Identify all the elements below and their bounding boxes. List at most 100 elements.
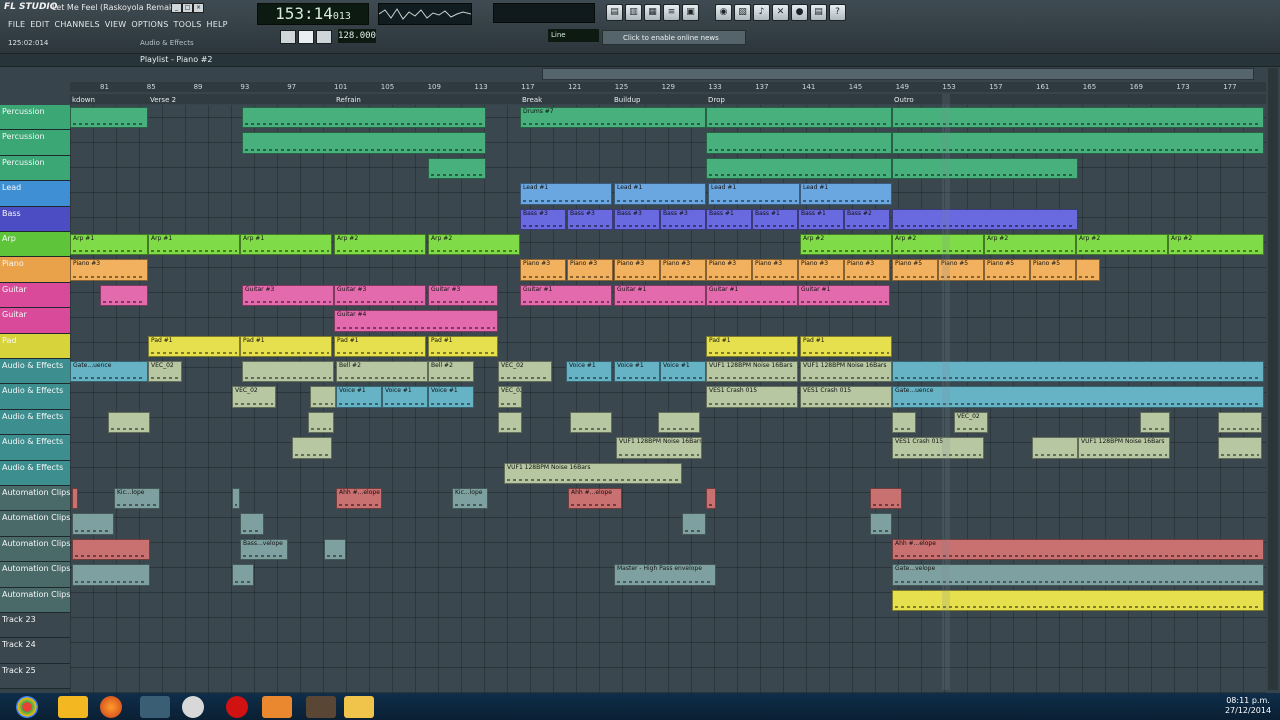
clip[interactable]: Arp #2	[800, 234, 892, 256]
clip[interactable]: Guitar #1	[798, 284, 890, 307]
clip[interactable]: Bass #2	[844, 208, 890, 230]
marker-label[interactable]: Buildup	[614, 96, 640, 104]
sample-icon[interactable]: ♪	[753, 4, 770, 21]
track-header[interactable]: Pad	[0, 333, 70, 359]
clip[interactable]: Ahh #...elope	[336, 488, 382, 510]
clip[interactable]: VES1 Crash 015	[800, 386, 892, 408]
clip[interactable]: Voice #1	[428, 386, 474, 408]
clip[interactable]	[1218, 411, 1262, 434]
maximize-icon[interactable]: □	[182, 3, 193, 13]
menu-options[interactable]: OPTIONS	[131, 20, 168, 29]
clip[interactable]: Pad #1	[240, 335, 332, 357]
clip[interactable]: VES1 Crash 015	[706, 386, 798, 408]
clip[interactable]	[892, 411, 916, 434]
clip[interactable]: Lead #1	[708, 183, 800, 205]
play-button[interactable]	[298, 30, 314, 44]
clip[interactable]: Voice #1	[336, 386, 382, 408]
track-header[interactable]: Track 24	[0, 638, 70, 664]
game-icon[interactable]	[306, 696, 336, 718]
save-icon[interactable]: ▤	[810, 4, 827, 21]
clip[interactable]: Bell #2	[336, 361, 428, 383]
clip[interactable]: Arp #2	[892, 234, 984, 256]
chrome-icon[interactable]	[16, 696, 38, 718]
clip[interactable]: Pad #1	[706, 335, 798, 357]
clip[interactable]: Piano #5	[1030, 259, 1076, 281]
clip[interactable]	[240, 513, 264, 535]
track-header[interactable]: Percussion	[0, 130, 70, 156]
clip[interactable]: Lead #1	[800, 183, 892, 205]
online-news[interactable]: Click to enable online news	[602, 30, 746, 45]
clip[interactable]	[498, 411, 522, 434]
clip[interactable]	[428, 157, 486, 180]
menu-file[interactable]: FILE	[8, 20, 25, 29]
fl-studio-icon[interactable]	[58, 696, 88, 718]
marker-label[interactable]: Refrain	[336, 96, 361, 104]
track-header[interactable]: Track 25	[0, 663, 70, 690]
clip[interactable]: Bass #3	[567, 208, 613, 230]
clip[interactable]	[310, 386, 336, 408]
clip[interactable]: Piano #3	[70, 259, 148, 281]
clip[interactable]: Bass...velope	[240, 538, 288, 561]
track-header[interactable]: Lead	[0, 181, 70, 207]
clip[interactable]: Piano #3	[520, 259, 566, 281]
menu-channels[interactable]: CHANNELS	[55, 20, 100, 29]
app2-icon[interactable]	[182, 696, 204, 718]
tools-icon[interactable]: ✕	[772, 4, 789, 21]
clip[interactable]: Bass #3	[660, 208, 706, 230]
horizontal-scrollbar[interactable]	[542, 68, 1254, 80]
clip[interactable]: VUF1 128BPM Noise 16Bars	[706, 361, 798, 383]
clip[interactable]: Arp #2	[1168, 234, 1264, 256]
vertical-scrollbar[interactable]	[1268, 68, 1278, 690]
clip[interactable]	[706, 107, 892, 129]
browser-icon[interactable]: ▣	[682, 4, 699, 21]
clip[interactable]	[1032, 437, 1078, 459]
clip[interactable]: Drums #7	[520, 107, 706, 129]
playlist-grid[interactable]: Drums #7 Lead #1 Lead #1 Lead #1 Lead #1 Bass…	[70, 105, 1266, 693]
clip[interactable]: Guitar #3	[242, 284, 334, 307]
clip[interactable]	[72, 513, 114, 535]
clip[interactable]	[232, 488, 240, 510]
clip[interactable]	[682, 513, 706, 535]
clip[interactable]	[72, 538, 150, 561]
clip[interactable]	[870, 513, 892, 535]
menu-view[interactable]: VIEW	[105, 20, 127, 29]
track-header[interactable]: Guitar	[0, 308, 70, 334]
marker-label[interactable]: Drop	[708, 96, 725, 104]
clip[interactable]: Arp #2	[984, 234, 1076, 256]
clip[interactable]: VEC_02	[954, 411, 988, 434]
clip[interactable]: VUF1 128BPM Noise 16Bars	[800, 361, 892, 383]
plugin-icon[interactable]: ◉	[715, 4, 732, 21]
track-header[interactable]: Track 23	[0, 613, 70, 639]
clip[interactable]: Piano #5	[984, 259, 1030, 281]
clip[interactable]: Lead #1	[520, 183, 612, 205]
clip[interactable]: Bell #2	[428, 361, 474, 383]
marker-label[interactable]: Break	[522, 96, 542, 104]
menu-edit[interactable]: EDIT	[30, 20, 49, 29]
record-icon[interactable]: ●	[791, 4, 808, 21]
clip[interactable]: Pad #1	[148, 335, 240, 357]
browser-folder-icon[interactable]: ▧	[734, 4, 751, 21]
clip[interactable]	[1076, 259, 1100, 281]
clip[interactable]	[706, 132, 892, 154]
clip[interactable]: Bass #3	[520, 208, 566, 230]
clip[interactable]: Arp #1	[240, 234, 332, 256]
clip[interactable]: Piano #3	[567, 259, 613, 281]
clip[interactable]	[72, 488, 78, 510]
track-header[interactable]: Percussion	[0, 105, 70, 131]
clip[interactable]: Piano #3	[660, 259, 706, 281]
clip[interactable]	[72, 564, 150, 586]
track-header[interactable]: Automation Clips	[0, 486, 70, 512]
clip[interactable]: Pad #1	[800, 335, 892, 357]
clip[interactable]: Piano #3	[614, 259, 660, 281]
clip[interactable]: Voice #1	[382, 386, 428, 408]
clip[interactable]	[1140, 411, 1170, 434]
clip[interactable]: Kic...lope	[452, 488, 488, 510]
clip[interactable]	[870, 488, 902, 510]
media-icon[interactable]	[262, 696, 292, 718]
menu-help[interactable]: HELP	[207, 20, 228, 29]
app-icon[interactable]	[140, 696, 170, 718]
mixer-icon[interactable]: ≡	[663, 4, 680, 21]
marker-label[interactable]: Outro	[894, 96, 914, 104]
track-header[interactable]: Audio & Effects	[0, 409, 70, 436]
clip[interactable]: Guitar #3	[428, 284, 498, 307]
